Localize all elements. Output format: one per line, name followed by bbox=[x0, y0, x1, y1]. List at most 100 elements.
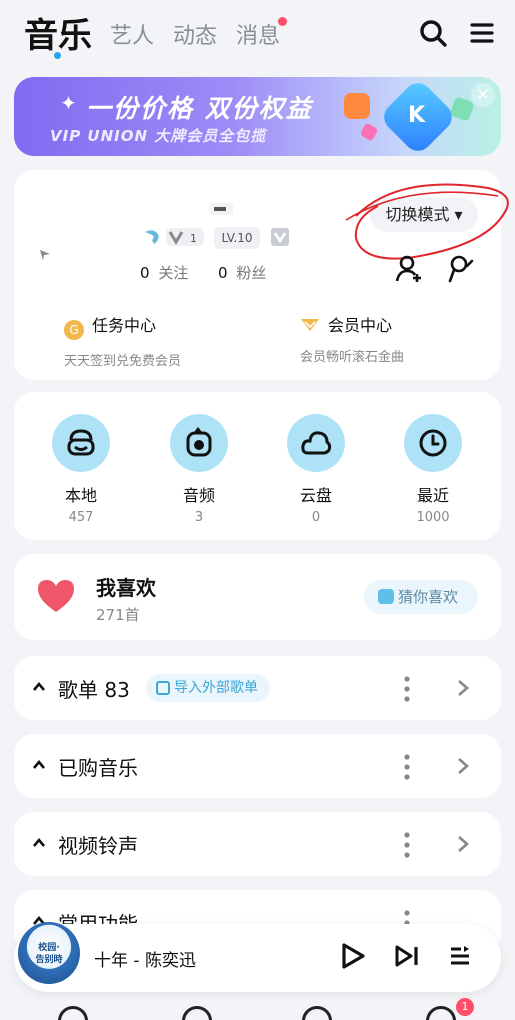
decor-cube-icon bbox=[449, 96, 475, 122]
import-playlist-button[interactable]: 导入外部歌单 bbox=[146, 674, 270, 702]
nav-notification-badge: 1 bbox=[456, 998, 474, 1016]
tab-dynamic[interactable]: 动态 bbox=[173, 18, 217, 50]
avatar-placeholder-icon[interactable] bbox=[38, 248, 52, 262]
add-friend-icon[interactable] bbox=[394, 254, 424, 284]
decor-cube-icon bbox=[344, 93, 370, 119]
nav-home-icon[interactable] bbox=[58, 1006, 88, 1020]
profile-card: 1 LV.10 切换模式 ▾ 0 关注 0 粉丝 G 任务中心 天天签到兑免费会… bbox=[14, 170, 509, 380]
banner-headline: 一份价格 双份权益 bbox=[86, 94, 313, 123]
playlist-queue-icon[interactable] bbox=[448, 944, 472, 968]
grid-item-audio[interactable]: 音频 3 bbox=[154, 414, 244, 525]
active-tab-indicator bbox=[54, 52, 61, 59]
vip-center[interactable]: 会员中心 会员畅听滚石金曲 bbox=[300, 312, 404, 365]
heart-icon bbox=[38, 580, 74, 612]
karaoke-mic-icon[interactable] bbox=[446, 254, 476, 284]
diamond-icon bbox=[301, 319, 319, 331]
video-ringtone-row[interactable]: 视频铃声 bbox=[14, 812, 501, 876]
grid-item-recent[interactable]: 最近 1000 bbox=[388, 414, 478, 525]
mini-player[interactable]: 校园· 告别時 十年 - 陈奕迅 bbox=[14, 922, 501, 992]
favorites-title: 我喜欢 bbox=[96, 576, 156, 600]
grid-count: 1000 bbox=[416, 510, 450, 525]
medal-icon bbox=[271, 228, 289, 246]
follow-label: 关注 bbox=[158, 264, 189, 282]
caret-up-icon[interactable] bbox=[32, 836, 46, 850]
task-center-subtitle: 天天签到兑免费会员 bbox=[64, 354, 182, 369]
chevron-right-icon[interactable] bbox=[456, 678, 470, 698]
caret-up-icon[interactable] bbox=[32, 680, 46, 694]
purchased-title: 已购音乐 bbox=[58, 756, 138, 780]
cloud-icon bbox=[287, 414, 345, 472]
local-music-icon bbox=[52, 414, 110, 472]
sparkle-icon: ✦ bbox=[60, 91, 77, 115]
username-badge-icon bbox=[209, 203, 233, 215]
favorites-count: 271首 bbox=[96, 606, 140, 624]
nav-mine-icon[interactable] bbox=[426, 1006, 456, 1020]
grid-item-local[interactable]: 本地 457 bbox=[36, 414, 126, 525]
more-options-icon[interactable] bbox=[404, 754, 410, 780]
import-icon bbox=[156, 681, 170, 695]
cover-text-line: 校园· bbox=[38, 943, 60, 953]
now-playing-song[interactable]: 十年 - 陈奕迅 bbox=[94, 946, 196, 971]
grid-count: 457 bbox=[68, 510, 94, 525]
search-icon[interactable] bbox=[418, 18, 448, 48]
purchased-music-row[interactable]: 已购音乐 bbox=[14, 734, 501, 798]
ringtone-title: 视频铃声 bbox=[58, 834, 138, 858]
quick-access-grid: 本地 457 音频 3 云盘 0 最近 1000 bbox=[14, 392, 501, 540]
clock-icon bbox=[404, 414, 462, 472]
coin-icon: G bbox=[64, 320, 84, 340]
decor-cube-icon bbox=[359, 122, 379, 142]
chevron-right-icon[interactable] bbox=[456, 834, 470, 854]
svg-text:1: 1 bbox=[190, 232, 197, 245]
nav-discover-icon[interactable] bbox=[182, 1006, 212, 1020]
task-center[interactable]: G 任务中心 天天签到兑免费会员 bbox=[64, 312, 181, 369]
grid-count: 0 bbox=[311, 510, 321, 525]
music-page: 音乐 艺人 动态 消息 ✦ 一份价格 双份权益 VIP UNION 大牌会员全包… bbox=[0, 0, 515, 1020]
k-badge-letter: K bbox=[408, 103, 426, 128]
red-scribble-annotation bbox=[345, 183, 509, 260]
more-options-icon[interactable] bbox=[404, 832, 410, 858]
bird-badge-icon bbox=[145, 230, 159, 244]
messages-notification-dot bbox=[278, 17, 287, 26]
vip-union-banner[interactable]: ✦ 一份价格 双份权益 VIP UNION 大牌会员全包揽 K ✕ bbox=[14, 77, 501, 156]
tab-music[interactable]: 音乐 bbox=[24, 8, 92, 57]
task-center-title: 任务中心 bbox=[92, 316, 157, 335]
vip-center-title: 会员中心 bbox=[328, 316, 393, 335]
tab-artist[interactable]: 艺人 bbox=[110, 18, 154, 50]
grid-label: 音频 bbox=[182, 486, 215, 505]
album-cover-text: 校园· 告别時 bbox=[18, 942, 80, 966]
play-icon[interactable] bbox=[340, 942, 366, 970]
grid-count: 3 bbox=[194, 510, 204, 525]
grid-label: 最近 bbox=[416, 486, 449, 505]
grid-item-cloud[interactable]: 云盘 0 bbox=[271, 414, 361, 525]
nav-sing-icon[interactable] bbox=[302, 1006, 332, 1020]
top-bar: 音乐 艺人 动态 消息 bbox=[0, 0, 515, 70]
tab-messages[interactable]: 消息 bbox=[236, 18, 280, 50]
guess-you-like-button[interactable]: 猜你喜欢 bbox=[364, 580, 478, 614]
radio-icon bbox=[378, 589, 394, 604]
grid-label: 云盘 bbox=[299, 486, 332, 505]
vip-level-badge-icon: 1 bbox=[166, 228, 204, 246]
favorites-card[interactable]: 我喜欢 271首 猜你喜欢 bbox=[14, 554, 501, 640]
fans-count: 0 bbox=[218, 264, 228, 282]
caret-up-icon[interactable] bbox=[32, 758, 46, 772]
playlists-title: 歌单 83 bbox=[58, 678, 130, 702]
cover-text-line: 告别時 bbox=[35, 955, 63, 965]
playlists-row[interactable]: 歌单 83 导入外部歌单 bbox=[14, 656, 501, 720]
bottom-nav: 1 bbox=[0, 998, 515, 1020]
more-options-icon[interactable] bbox=[404, 676, 410, 702]
guess-label: 猜你喜欢 bbox=[398, 588, 459, 606]
follow-count: 0 bbox=[140, 264, 150, 282]
banner-subline: VIP UNION 大牌会员全包揽 bbox=[50, 127, 267, 145]
level-tag: LV.10 bbox=[214, 227, 260, 249]
close-icon[interactable]: ✕ bbox=[471, 83, 495, 107]
vip-center-subtitle: 会员畅听滚石金曲 bbox=[300, 350, 405, 365]
fans-label: 粉丝 bbox=[236, 264, 267, 282]
menu-icon[interactable] bbox=[468, 18, 498, 48]
grid-label: 本地 bbox=[64, 486, 97, 505]
fans-stat[interactable]: 0 粉丝 bbox=[218, 262, 266, 283]
chevron-right-icon[interactable] bbox=[456, 756, 470, 776]
next-track-icon[interactable] bbox=[394, 944, 420, 968]
follow-stat[interactable]: 0 关注 bbox=[140, 262, 188, 283]
import-label: 导入外部歌单 bbox=[174, 680, 258, 696]
audio-icon bbox=[170, 414, 228, 472]
